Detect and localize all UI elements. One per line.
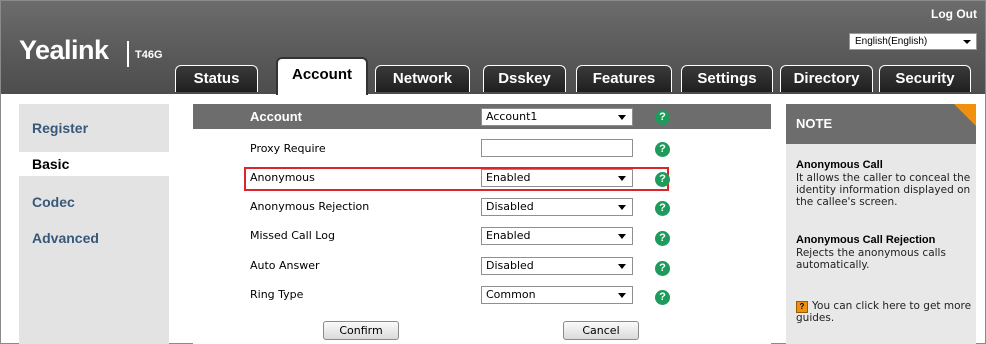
proxy-require-input[interactable]: [481, 139, 633, 157]
sidebar-item-register[interactable]: Register: [19, 116, 169, 140]
note-title: NOTE: [796, 116, 833, 131]
note-corner-flag: [954, 104, 976, 126]
anonymous-rejection-select[interactable]: Disabled: [481, 198, 633, 216]
language-select-value: English(English): [855, 36, 928, 47]
chevron-down-icon: [963, 40, 971, 44]
chevron-down-icon: [618, 176, 626, 181]
language-select[interactable]: English(English): [849, 33, 977, 50]
guide-link[interactable]: You can click here to get more guides.: [796, 300, 974, 324]
missed-call-log-select-value: Enabled: [486, 229, 531, 242]
note-text-rejection: Rejects the anonymous calls automaticall…: [796, 247, 946, 271]
anonymous-select-value: Enabled: [486, 171, 531, 184]
auto-answer-label: Auto Answer: [250, 259, 320, 272]
sidebar: Register Basic Codec Advanced: [19, 104, 169, 344]
account-select[interactable]: Account1: [481, 108, 633, 126]
help-icon[interactable]: ?: [655, 261, 670, 276]
cancel-button[interactable]: Cancel: [563, 321, 639, 340]
missed-call-log-label: Missed Call Log: [250, 229, 335, 242]
header: Yealink T46G Log Out English(English) St…: [1, 1, 985, 95]
tab-settings[interactable]: Settings: [681, 65, 773, 92]
tab-features[interactable]: Features: [576, 65, 672, 92]
proxy-require-label: Proxy Require: [250, 142, 326, 155]
anonymous-rejection-select-value: Disabled: [486, 200, 534, 213]
sidebar-item-basic[interactable]: Basic: [19, 152, 169, 176]
help-icon[interactable]: ?: [655, 231, 670, 246]
missed-call-log-select[interactable]: Enabled: [481, 227, 633, 245]
account-select-value: Account1: [486, 110, 538, 123]
help-icon[interactable]: ?: [655, 290, 670, 305]
auto-answer-select[interactable]: Disabled: [481, 257, 633, 275]
logout-link[interactable]: Log Out: [931, 7, 977, 21]
help-icon[interactable]: ?: [655, 172, 670, 187]
ring-type-select[interactable]: Common: [481, 286, 633, 304]
note-heading-anonymous: Anonymous Call: [796, 159, 883, 171]
tab-account[interactable]: Account: [276, 57, 368, 95]
note-panel: NOTE Anonymous Call It allows the caller…: [786, 104, 976, 344]
chevron-down-icon: [618, 115, 626, 120]
tab-directory[interactable]: Directory: [780, 65, 873, 92]
ring-type-select-value: Common: [486, 288, 536, 301]
ring-type-label: Ring Type: [250, 288, 304, 301]
account-label: Account: [250, 109, 302, 124]
auto-answer-select-value: Disabled: [486, 259, 534, 272]
chevron-down-icon: [618, 264, 626, 269]
tab-network[interactable]: Network: [375, 65, 470, 92]
sidebar-item-codec[interactable]: Codec: [19, 190, 169, 214]
tab-status[interactable]: Status: [175, 65, 258, 92]
tab-security[interactable]: Security: [879, 65, 971, 92]
help-icon[interactable]: ?: [655, 201, 670, 216]
chevron-down-icon: [618, 205, 626, 210]
note-heading-rejection: Anonymous Call Rejection: [796, 234, 936, 246]
chevron-down-icon: [618, 293, 626, 298]
anonymous-label: Anonymous: [250, 171, 315, 184]
settings-form: Account Account1 ? Proxy Require ? Anony…: [193, 104, 771, 344]
sidebar-item-advanced[interactable]: Advanced: [19, 226, 169, 250]
help-icon[interactable]: ?: [655, 110, 670, 125]
tab-dsskey[interactable]: Dsskey: [483, 65, 566, 92]
chevron-down-icon: [618, 234, 626, 239]
anonymous-select[interactable]: Enabled: [481, 169, 633, 187]
yealink-logo: Yealink: [19, 35, 109, 65]
anonymous-rejection-label: Anonymous Rejection: [250, 200, 370, 213]
note-header: NOTE: [786, 104, 976, 144]
help-icon[interactable]: ?: [655, 142, 670, 157]
model-label: T46G: [135, 49, 163, 61]
confirm-button[interactable]: Confirm: [323, 321, 399, 340]
logo-divider: [127, 41, 129, 67]
note-text-anonymous: It allows the caller to conceal the iden…: [796, 172, 971, 208]
